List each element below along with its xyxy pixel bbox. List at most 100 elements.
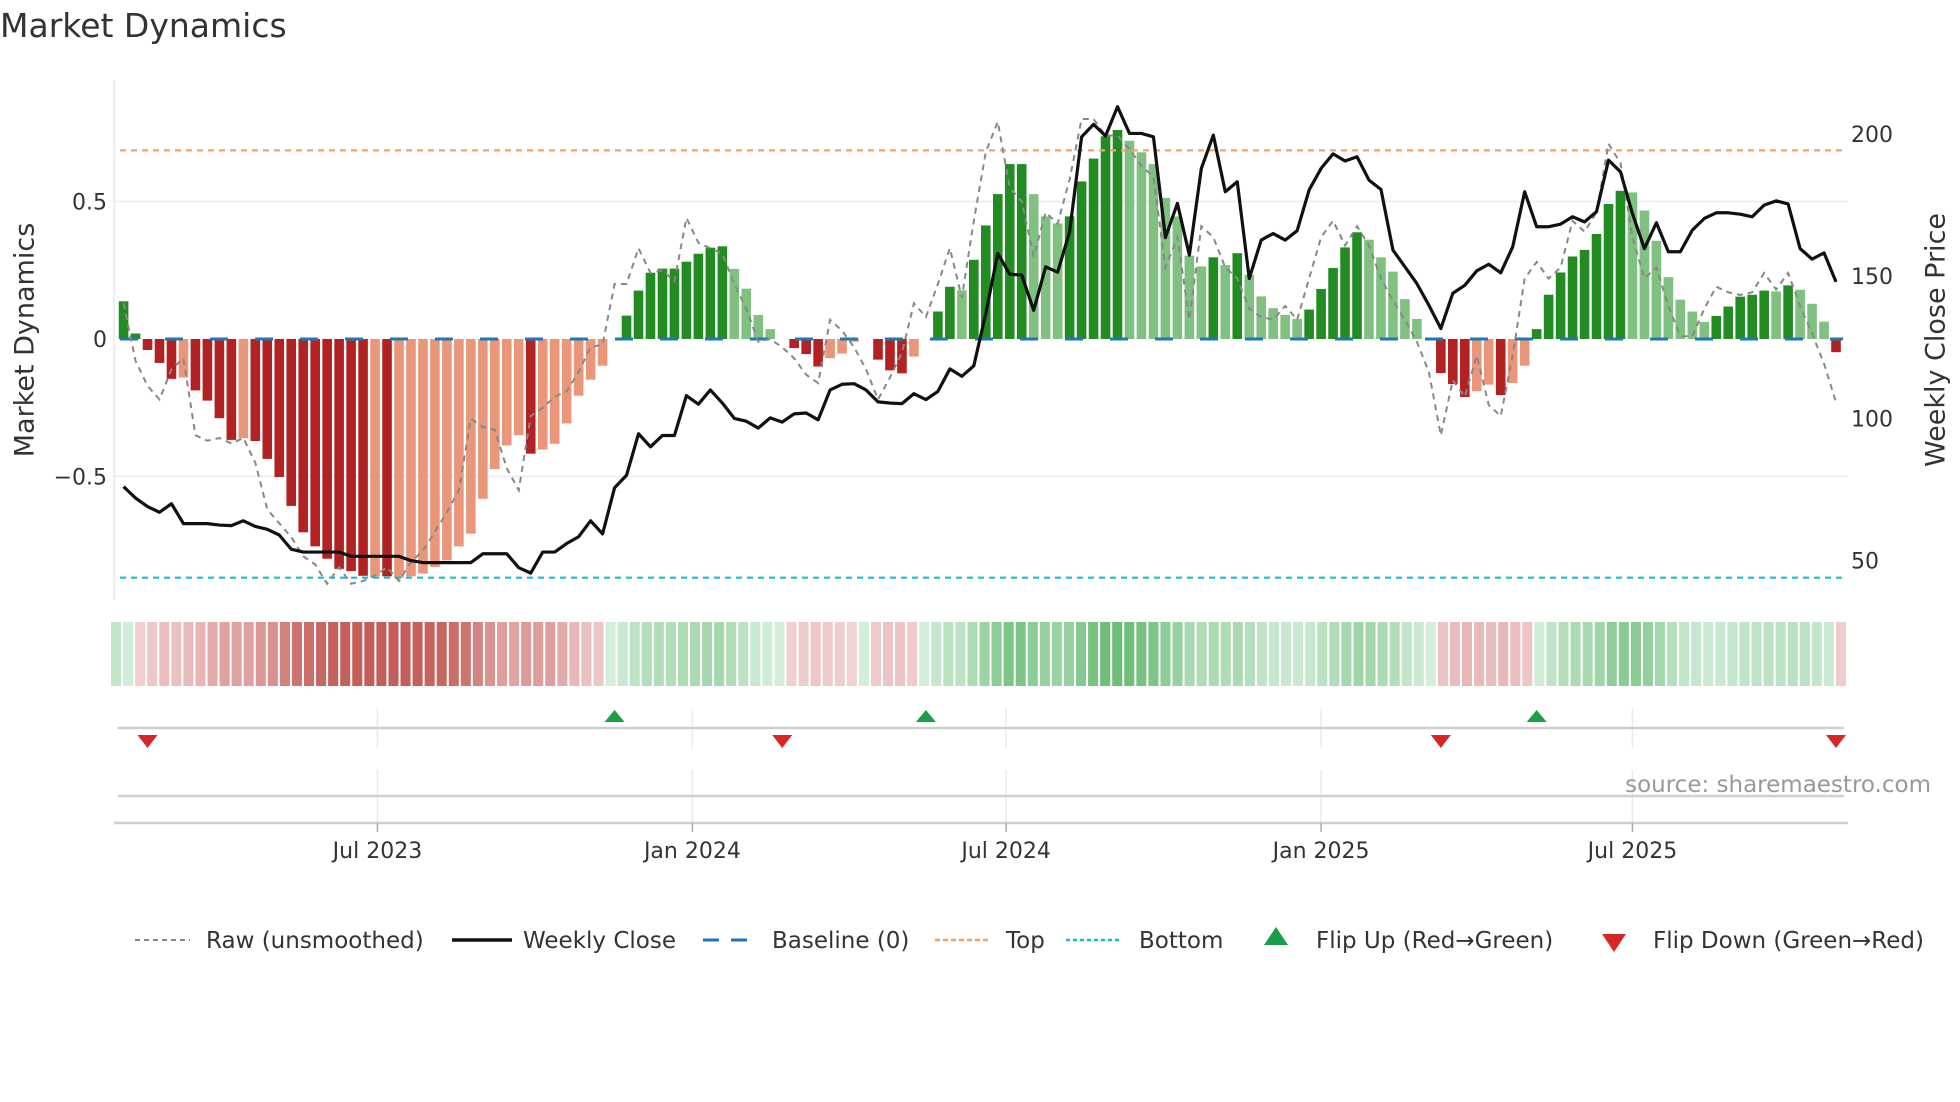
strip-cell (726, 622, 737, 686)
dynamics-bar (1483, 339, 1494, 385)
dynamics-bar (1567, 256, 1578, 339)
dynamics-bar (549, 339, 560, 444)
strip-cell (1498, 622, 1509, 686)
strip-cell (1329, 622, 1340, 686)
strip-cell (1100, 622, 1111, 686)
dynamics-bar (801, 339, 811, 355)
y2-tick-label: 100 (1851, 407, 1893, 432)
dynamics-bar (1280, 314, 1290, 339)
dynamics-bar (430, 339, 440, 567)
flip-down-marker (1826, 735, 1847, 748)
strip-cell (1594, 622, 1605, 686)
y-tick-label: 0 (93, 328, 107, 353)
legend-close-label[interactable]: Weekly Close (523, 928, 676, 954)
dynamics-bar (1088, 158, 1099, 339)
strip-cell (1715, 622, 1726, 686)
y-tick-label: 0.5 (72, 191, 107, 216)
weekly-close-line (122, 105, 1838, 575)
strip-cell (738, 622, 749, 686)
y2-tick-label: 150 (1851, 265, 1893, 290)
strip-cell (1076, 622, 1087, 686)
strip-cell (1425, 622, 1436, 686)
dynamics-bar (1448, 339, 1458, 385)
dynamics-bar (1256, 296, 1267, 339)
dynamics-bar (358, 339, 368, 576)
strip-cell (255, 622, 266, 686)
strip-cell (1317, 622, 1328, 686)
strip-cell (400, 622, 411, 686)
dynamics-bar (370, 339, 380, 577)
dynamics-bar (1100, 136, 1111, 339)
dynamics-bar (1268, 308, 1278, 339)
dynamics-bar (1232, 253, 1243, 339)
market-dynamics-chart: 0.5 0 −0.5 200 150 100 50 Jul 2023 Jan 2024 Jul 2… (10, 80, 1952, 954)
strip-cell (509, 622, 520, 686)
strip-cell (1691, 622, 1702, 686)
strip-cell (533, 622, 544, 686)
dynamics-bar (1208, 257, 1219, 339)
legend-baseline-label[interactable]: Baseline (0) (772, 928, 909, 954)
strip-cell (786, 622, 797, 686)
dynamics-bar (1699, 321, 1710, 339)
strip-cell (895, 622, 906, 686)
strip-cell (1630, 622, 1641, 686)
y-axis-label: Market Dynamics (10, 223, 41, 458)
strip-cell (762, 622, 773, 686)
dynamics-bar (1711, 315, 1722, 339)
dynamics-bar (1184, 255, 1195, 339)
strip-cell (1486, 622, 1497, 686)
dynamics-bar (1831, 339, 1841, 353)
dynamics-bar (1675, 299, 1686, 339)
dynamics-bar (1220, 265, 1231, 339)
dynamics-bar (1124, 140, 1135, 339)
strip-cell (846, 622, 857, 686)
dynamics-bar (1400, 299, 1410, 339)
strip-cell (1763, 622, 1774, 686)
strip-cell (1799, 622, 1810, 686)
dynamics-bar (873, 339, 883, 360)
dynamics-bar (1771, 291, 1781, 339)
dynamics-bar (178, 339, 189, 378)
dynamics-bar (406, 339, 416, 577)
strip-cell (1341, 622, 1352, 686)
legend-flip-down-label[interactable]: Flip Down (Green→Red) (1653, 928, 1924, 954)
dynamics-bar (657, 268, 668, 339)
strip-cell (1679, 622, 1690, 686)
flip-up-marker (604, 710, 625, 722)
dynamics-bar (1196, 266, 1207, 339)
dynamics-bar (166, 339, 177, 379)
legend-raw-label[interactable]: Raw (unsmoothed) (206, 928, 424, 954)
y-tick-label: −0.5 (54, 466, 107, 491)
dynamics-bar (322, 339, 332, 559)
legend-bottom-label[interactable]: Bottom (1139, 928, 1223, 954)
strip-cell (1088, 622, 1099, 686)
y2-tick-label: 50 (1851, 550, 1879, 575)
x-tick-label: Jan 2025 (1271, 839, 1370, 864)
strip-cell (1051, 622, 1062, 686)
dynamics-bar (1016, 164, 1027, 339)
strip-cell (1003, 622, 1014, 686)
dynamics-bar (1783, 285, 1793, 339)
strip-cell (1823, 622, 1834, 686)
strip-cell (1401, 622, 1412, 686)
strip-cell (1256, 622, 1267, 686)
strip-cell (677, 622, 688, 686)
dynamics-bar (633, 290, 644, 339)
strip-cell (641, 622, 652, 686)
dynamics-bar (969, 259, 979, 339)
strip-cell (1462, 622, 1473, 686)
strip-cell (1269, 622, 1280, 686)
dynamics-bar (202, 339, 213, 401)
dynamics-bar (933, 311, 943, 339)
strip-cell (1305, 622, 1316, 686)
legend-flip-down-icon (1602, 934, 1626, 952)
dynamics-bar (561, 339, 572, 424)
dynamics-bar (1028, 194, 1039, 339)
legend-flip-up-label[interactable]: Flip Up (Red→Green) (1316, 928, 1553, 954)
strip-cell (617, 622, 628, 686)
dynamics-bar (1555, 272, 1566, 339)
strip-cell (714, 622, 725, 686)
dynamics-bar (909, 339, 919, 357)
strip-cell (364, 622, 375, 686)
legend-top-label[interactable]: Top (1005, 928, 1045, 954)
